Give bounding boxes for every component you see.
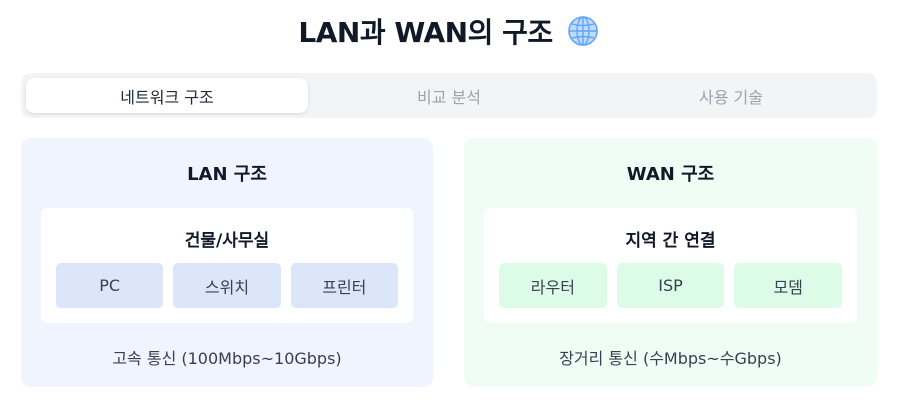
tab-technology[interactable]: 사용 기술 xyxy=(590,78,872,113)
lan-device-chip: 프린터 xyxy=(290,263,398,308)
wan-card: WAN 구조 지역 간 연결 라우터 ISP 모뎀 장거리 통신 (수Mbps~… xyxy=(464,138,877,387)
lan-footer-text: 고속 통신 (100Mbps~10Gbps) xyxy=(112,349,342,368)
wan-footer-text: 장거리 통신 (수Mbps~수Gbps) xyxy=(559,349,782,368)
wan-device-list: 라우터 ISP 모뎀 xyxy=(499,263,843,308)
globe-icon xyxy=(567,15,599,47)
tab-network-structure[interactable]: 네트워크 구조 xyxy=(26,78,308,113)
wan-device-chip: ISP xyxy=(616,263,725,308)
lan-device-chip: 스위치 xyxy=(173,263,281,308)
tab-bar: 네트워크 구조 비교 분석 사용 기술 xyxy=(21,73,877,118)
header: LAN과 WAN의 구조 xyxy=(0,8,897,54)
lan-inner-title: 건물/사무실 xyxy=(184,231,270,251)
lan-device-chip: PC xyxy=(56,263,164,308)
lan-inner-box: 건물/사무실 PC 스위치 프린터 xyxy=(41,208,413,323)
wan-device-chip: 라우터 xyxy=(499,263,607,308)
lan-card: LAN 구조 건물/사무실 PC 스위치 프린터 고속 통신 (100Mbps~… xyxy=(21,138,433,387)
wan-inner-box: 지역 간 연결 라우터 ISP 모뎀 xyxy=(484,208,857,323)
page-title: LAN과 WAN의 구조 xyxy=(298,16,553,49)
wan-inner-title: 지역 간 연결 xyxy=(625,231,716,251)
wan-card-title: WAN 구조 xyxy=(626,164,715,185)
tab-comparison[interactable]: 비교 분석 xyxy=(308,78,590,113)
lan-device-list: PC 스위치 프린터 xyxy=(56,263,398,308)
wan-device-chip: 모뎀 xyxy=(734,263,843,308)
lan-card-title: LAN 구조 xyxy=(187,164,267,185)
